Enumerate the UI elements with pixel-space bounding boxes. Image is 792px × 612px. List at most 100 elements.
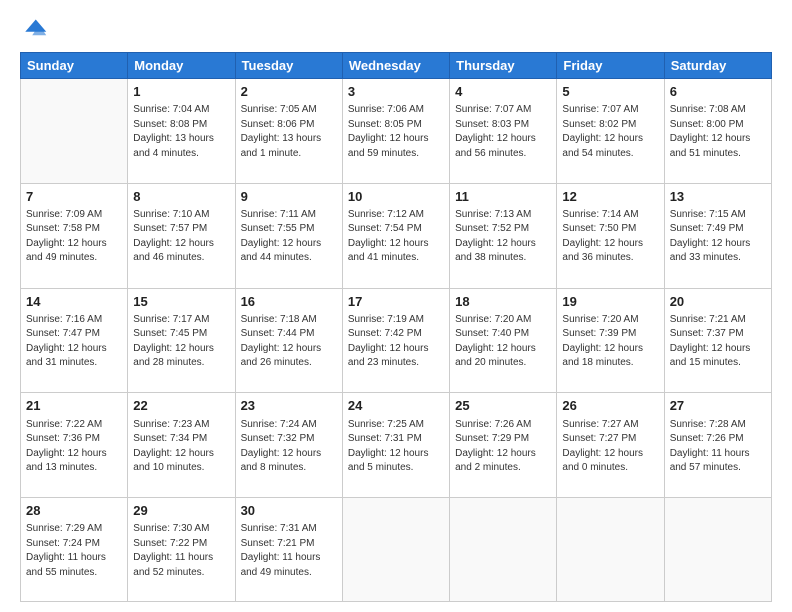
- calendar-cell: 14 Sunrise: 7:16 AM Sunset: 7:47 PM Dayli…: [21, 288, 128, 393]
- day-info: Sunrise: 7:07 AM Sunset: 8:02 PM Dayligh…: [562, 103, 658, 161]
- day-info: Sunrise: 7:10 AM Sunset: 7:57 PM Dayligh…: [133, 208, 229, 266]
- day-number: 22: [133, 397, 229, 415]
- day-info: Sunrise: 7:06 AM Sunset: 8:05 PM Dayligh…: [348, 103, 444, 161]
- calendar-day-header: Thursday: [450, 53, 557, 79]
- day-info: Sunrise: 7:11 AM Sunset: 7:55 PM Dayligh…: [241, 208, 337, 266]
- day-number: 12: [562, 188, 658, 206]
- day-info: Sunrise: 7:18 AM Sunset: 7:44 PM Dayligh…: [241, 313, 337, 371]
- calendar-week-row: 28 Sunrise: 7:29 AM Sunset: 7:24 PM Dayli…: [21, 498, 772, 602]
- day-number: 14: [26, 293, 122, 311]
- calendar-day-header: Saturday: [664, 53, 771, 79]
- calendar-cell: 28 Sunrise: 7:29 AM Sunset: 7:24 PM Dayli…: [21, 498, 128, 602]
- calendar-cell: 21 Sunrise: 7:22 AM Sunset: 7:36 PM Dayli…: [21, 393, 128, 498]
- day-number: 13: [670, 188, 766, 206]
- calendar-cell: 12 Sunrise: 7:14 AM Sunset: 7:50 PM Dayli…: [557, 183, 664, 288]
- calendar-cell: 29 Sunrise: 7:30 AM Sunset: 7:22 PM Dayli…: [128, 498, 235, 602]
- day-number: 11: [455, 188, 551, 206]
- calendar-day-header: Friday: [557, 53, 664, 79]
- day-info: Sunrise: 7:09 AM Sunset: 7:58 PM Dayligh…: [26, 208, 122, 266]
- day-number: 24: [348, 397, 444, 415]
- day-number: 10: [348, 188, 444, 206]
- calendar-cell: 22Sunrise: 7:23 AM Sunset: 7:34 PM Dayli…: [128, 393, 235, 498]
- day-number: 2: [241, 83, 337, 101]
- day-info: Sunrise: 7:25 AM Sunset: 7:31 PM Dayligh…: [348, 418, 444, 476]
- day-info: Sunrise: 7:31 AM Sunset: 7:21 PM Dayligh…: [241, 522, 337, 580]
- day-number: 28: [26, 502, 122, 520]
- logo-icon: [20, 16, 48, 44]
- day-info: Sunrise: 7:17 AM Sunset: 7:45 PM Dayligh…: [133, 313, 229, 371]
- day-number: 7: [26, 188, 122, 206]
- day-number: 27: [670, 397, 766, 415]
- day-number: 23: [241, 397, 337, 415]
- calendar-cell: 19 Sunrise: 7:20 AM Sunset: 7:39 PM Dayli…: [557, 288, 664, 393]
- day-number: 6: [670, 83, 766, 101]
- day-info: Sunrise: 7:19 AM Sunset: 7:42 PM Dayligh…: [348, 313, 444, 371]
- calendar-cell: 26 Sunrise: 7:27 AM Sunset: 7:27 PM Dayli…: [557, 393, 664, 498]
- day-number: 5: [562, 83, 658, 101]
- day-info: Sunrise: 7:13 AM Sunset: 7:52 PM Dayligh…: [455, 208, 551, 266]
- calendar-cell: 1 Sunrise: 7:04 AM Sunset: 8:08 PM Daylig…: [128, 79, 235, 184]
- calendar-day-header: Wednesday: [342, 53, 449, 79]
- calendar-cell: [450, 498, 557, 602]
- calendar-day-header: Monday: [128, 53, 235, 79]
- day-number: 29: [133, 502, 229, 520]
- calendar-cell: 24 Sunrise: 7:25 AM Sunset: 7:31 PM Dayli…: [342, 393, 449, 498]
- day-number: 30: [241, 502, 337, 520]
- calendar-cell: 8 Sunrise: 7:10 AM Sunset: 7:57 PM Daylig…: [128, 183, 235, 288]
- day-number: 15: [133, 293, 229, 311]
- calendar-cell: 9 Sunrise: 7:11 AM Sunset: 7:55 PM Daylig…: [235, 183, 342, 288]
- calendar-cell: 16 Sunrise: 7:18 AM Sunset: 7:44 PM Dayli…: [235, 288, 342, 393]
- day-number: 19: [562, 293, 658, 311]
- calendar-cell: 3 Sunrise: 7:06 AM Sunset: 8:05 PM Daylig…: [342, 79, 449, 184]
- calendar-day-header: Sunday: [21, 53, 128, 79]
- day-number: 16: [241, 293, 337, 311]
- day-info: Sunrise: 7:07 AM Sunset: 8:03 PM Dayligh…: [455, 103, 551, 161]
- day-info: Sunrise: 7:08 AM Sunset: 8:00 PM Dayligh…: [670, 103, 766, 161]
- day-info: Sunrise: 7:28 AM Sunset: 7:26 PM Dayligh…: [670, 418, 766, 476]
- day-info: Sunrise: 7:05 AM Sunset: 8:06 PM Dayligh…: [241, 103, 337, 161]
- calendar-cell: 5 Sunrise: 7:07 AM Sunset: 8:02 PM Daylig…: [557, 79, 664, 184]
- day-info: Sunrise: 7:20 AM Sunset: 7:40 PM Dayligh…: [455, 313, 551, 371]
- calendar-cell: [342, 498, 449, 602]
- calendar-header-row: SundayMondayTuesdayWednesdayThursdayFrid…: [21, 53, 772, 79]
- calendar-cell: [557, 498, 664, 602]
- day-info: Sunrise: 7:29 AM Sunset: 7:24 PM Dayligh…: [26, 522, 122, 580]
- day-info: Sunrise: 7:14 AM Sunset: 7:50 PM Dayligh…: [562, 208, 658, 266]
- day-info: Sunrise: 7:20 AM Sunset: 7:39 PM Dayligh…: [562, 313, 658, 371]
- calendar-cell: 11 Sunrise: 7:13 AM Sunset: 7:52 PM Dayli…: [450, 183, 557, 288]
- calendar-cell: 27 Sunrise: 7:28 AM Sunset: 7:26 PM Dayli…: [664, 393, 771, 498]
- day-info: Sunrise: 7:30 AM Sunset: 7:22 PM Dayligh…: [133, 522, 229, 580]
- day-info: Sunrise: 7:15 AM Sunset: 7:49 PM Dayligh…: [670, 208, 766, 266]
- calendar-cell: 18 Sunrise: 7:20 AM Sunset: 7:40 PM Dayli…: [450, 288, 557, 393]
- calendar-week-row: 14 Sunrise: 7:16 AM Sunset: 7:47 PM Dayli…: [21, 288, 772, 393]
- calendar-week-row: 7 Sunrise: 7:09 AM Sunset: 7:58 PM Daylig…: [21, 183, 772, 288]
- day-number: 8: [133, 188, 229, 206]
- day-number: 9: [241, 188, 337, 206]
- calendar-day-header: Tuesday: [235, 53, 342, 79]
- day-info: Sunrise: 7:04 AM Sunset: 8:08 PM Dayligh…: [133, 103, 229, 161]
- day-info: Sunrise: 7:22 AM Sunset: 7:36 PM Dayligh…: [26, 418, 122, 476]
- calendar-cell: 10 Sunrise: 7:12 AM Sunset: 7:54 PM Dayli…: [342, 183, 449, 288]
- day-info: Sunrise: 7:16 AM Sunset: 7:47 PM Dayligh…: [26, 313, 122, 371]
- calendar-cell: 25Sunrise: 7:26 AM Sunset: 7:29 PM Dayli…: [450, 393, 557, 498]
- day-number: 18: [455, 293, 551, 311]
- header: [20, 16, 772, 44]
- day-info: Sunrise: 7:24 AM Sunset: 7:32 PM Dayligh…: [241, 418, 337, 476]
- day-number: 1: [133, 83, 229, 101]
- day-info: Sunrise: 7:12 AM Sunset: 7:54 PM Dayligh…: [348, 208, 444, 266]
- calendar-cell: 30 Sunrise: 7:31 AM Sunset: 7:21 PM Dayli…: [235, 498, 342, 602]
- calendar-cell: 20Sunrise: 7:21 AM Sunset: 7:37 PM Dayli…: [664, 288, 771, 393]
- calendar-cell: [21, 79, 128, 184]
- calendar-cell: 15 Sunrise: 7:17 AM Sunset: 7:45 PM Dayli…: [128, 288, 235, 393]
- calendar-table: SundayMondayTuesdayWednesdayThursdayFrid…: [20, 52, 772, 602]
- calendar-week-row: 1 Sunrise: 7:04 AM Sunset: 8:08 PM Daylig…: [21, 79, 772, 184]
- calendar-cell: 6 Sunrise: 7:08 AM Sunset: 8:00 PM Daylig…: [664, 79, 771, 184]
- calendar-cell: 7 Sunrise: 7:09 AM Sunset: 7:58 PM Daylig…: [21, 183, 128, 288]
- day-info: Sunrise: 7:21 AM Sunset: 7:37 PM Dayligh…: [670, 313, 766, 371]
- day-number: 3: [348, 83, 444, 101]
- day-number: 4: [455, 83, 551, 101]
- day-number: 21: [26, 397, 122, 415]
- day-info: Sunrise: 7:27 AM Sunset: 7:27 PM Dayligh…: [562, 418, 658, 476]
- day-number: 26: [562, 397, 658, 415]
- calendar-cell: 23 Sunrise: 7:24 AM Sunset: 7:32 PM Dayli…: [235, 393, 342, 498]
